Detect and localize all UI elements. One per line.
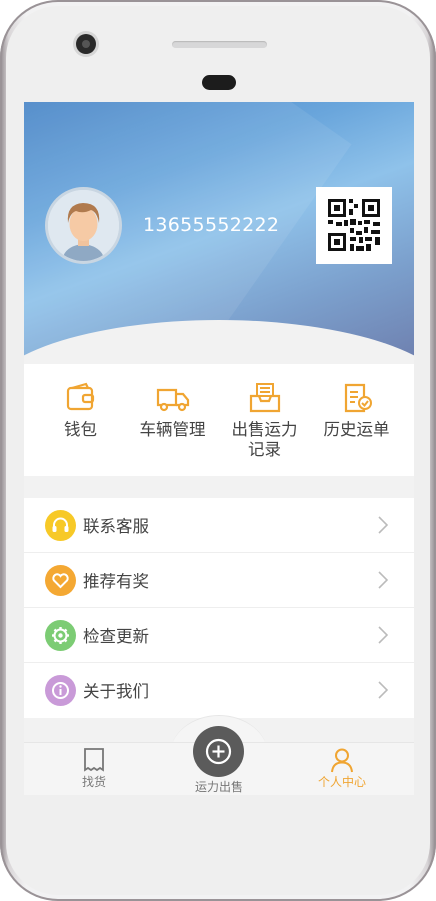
gear-icon bbox=[45, 620, 76, 651]
chevron-right-icon bbox=[378, 626, 388, 644]
chevron-right-icon bbox=[378, 516, 388, 534]
info-icon bbox=[45, 675, 76, 706]
menu-item-about-us[interactable]: 关于我们 bbox=[24, 663, 414, 718]
document-check-icon bbox=[344, 383, 372, 413]
person-avatar-icon bbox=[48, 190, 119, 261]
menu-item-label: 推荐有奖 bbox=[83, 572, 149, 591]
person-icon bbox=[331, 748, 353, 773]
front-camera bbox=[76, 34, 96, 54]
menu-item-customer-service[interactable]: 联系客服 bbox=[24, 498, 414, 553]
profile-header: 13655552222 bbox=[24, 102, 414, 364]
quick-action-label: 历史运单 bbox=[323, 420, 390, 439]
qr-code-icon bbox=[328, 199, 380, 251]
menu-item-label: 联系客服 bbox=[83, 517, 149, 536]
menu-item-check-updates[interactable]: 检查更新 bbox=[24, 608, 414, 663]
tab-personal-center[interactable]: 个人中心 bbox=[310, 747, 374, 790]
quick-action-wallet[interactable]: 钱包 bbox=[32, 382, 129, 440]
proximity-sensor bbox=[202, 75, 236, 90]
phone-frame: 13655552222 钱包 车辆管理 出售运力记录 历史运单 联系客服 推荐有… bbox=[0, 0, 436, 901]
headset-icon bbox=[45, 510, 76, 541]
wallet-icon bbox=[66, 382, 94, 411]
quick-action-label: 出售运力记录 bbox=[231, 420, 298, 459]
plus-circle-icon bbox=[205, 738, 232, 765]
heart-icon bbox=[45, 565, 76, 596]
settings-menu: 联系客服 推荐有奖 检查更新 关于我们 bbox=[24, 498, 414, 718]
quick-actions: 钱包 车辆管理 出售运力记录 历史运单 bbox=[24, 364, 414, 476]
tab-sell-capacity-label: 运力出售 bbox=[194, 780, 243, 794]
quick-action-vehicle-management[interactable]: 车辆管理 bbox=[124, 382, 221, 440]
quick-action-label: 钱包 bbox=[64, 420, 97, 439]
sell-capacity-add-button[interactable] bbox=[193, 726, 244, 777]
avatar[interactable] bbox=[45, 187, 122, 264]
tab-personal-center-label: 个人中心 bbox=[317, 775, 366, 789]
qr-code-button[interactable] bbox=[316, 187, 392, 264]
truck-icon bbox=[156, 388, 189, 412]
tab-find-goods-label: 找货 bbox=[81, 775, 106, 789]
chevron-right-icon bbox=[378, 681, 388, 699]
quick-action-history-waybills[interactable]: 历史运单 bbox=[308, 382, 405, 440]
quick-action-sell-capacity-records[interactable]: 出售运力记录 bbox=[216, 382, 313, 460]
menu-item-referral-rewards[interactable]: 推荐有奖 bbox=[24, 553, 414, 608]
user-phone-number: 13655552222 bbox=[143, 214, 280, 236]
header-wave bbox=[24, 320, 414, 364]
tab-sell-capacity[interactable]: 运力出售 bbox=[184, 778, 254, 795]
menu-item-label: 关于我们 bbox=[83, 682, 149, 701]
menu-item-label: 检查更新 bbox=[83, 627, 149, 646]
inbox-tray-icon bbox=[249, 383, 280, 413]
app-screen: 13655552222 钱包 车辆管理 出售运力记录 历史运单 联系客服 推荐有… bbox=[24, 102, 414, 795]
quick-action-label: 车辆管理 bbox=[139, 420, 206, 439]
receipt-icon bbox=[84, 748, 104, 772]
chevron-right-icon bbox=[378, 571, 388, 589]
earpiece-speaker bbox=[172, 41, 267, 48]
tab-find-goods[interactable]: 找货 bbox=[69, 747, 119, 790]
